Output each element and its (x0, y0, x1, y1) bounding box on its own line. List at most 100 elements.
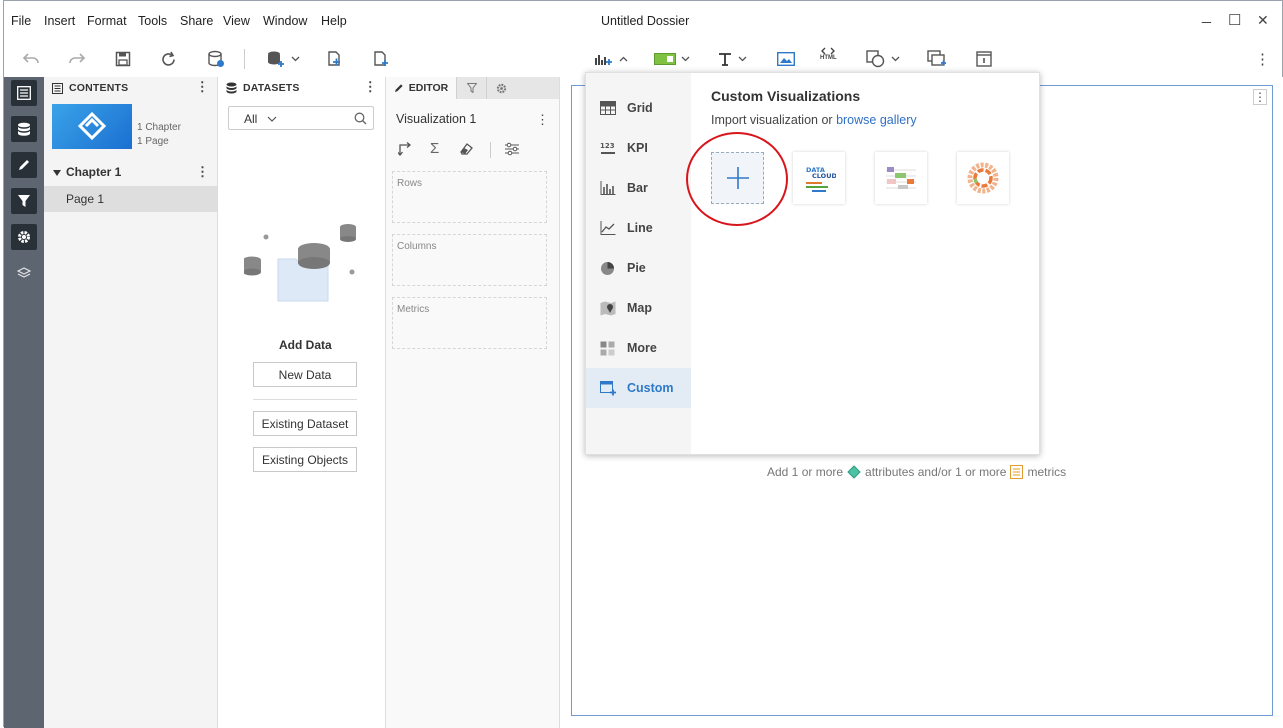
contents-rail-button[interactable] (11, 80, 37, 106)
new-page-icon[interactable] (372, 48, 390, 70)
save-icon[interactable] (115, 48, 131, 70)
viz-type-line[interactable]: Line (586, 208, 691, 248)
menu-insert[interactable]: Insert (44, 14, 75, 28)
contents-menu-icon[interactable]: ⋮ (196, 80, 209, 93)
maximize-button[interactable]: ☐ (1228, 11, 1241, 29)
chapter-thumbnail[interactable] (52, 104, 132, 149)
page-count: 1 Page (137, 136, 169, 147)
tab-editor[interactable]: EDITOR (386, 77, 456, 99)
filter-rail-button[interactable] (11, 188, 37, 214)
refresh-icon[interactable] (160, 48, 177, 70)
insert-shape-icon[interactable] (866, 48, 900, 70)
visualization-menu-icon[interactable]: ⋮ (536, 113, 549, 126)
map-icon (600, 301, 615, 315)
gear-icon (18, 231, 30, 243)
visualization-gallery-popup: Grid 123 KPI Bar Line Pie Map More Custo (585, 72, 1040, 455)
undo-icon[interactable] (22, 48, 40, 70)
custom-visualizations-title: Custom Visualizations (711, 88, 861, 104)
kpi-icon: 123 (600, 142, 615, 154)
metrics-drop-zone[interactable]: Metrics (392, 297, 547, 349)
settings-sliders-icon[interactable] (504, 142, 520, 156)
viz-type-custom[interactable]: Custom (586, 368, 691, 408)
menu-file[interactable]: File (11, 14, 31, 28)
hint-attributes: attributes and/or 1 or more (865, 465, 1007, 479)
info-window-icon[interactable] (976, 48, 992, 70)
bar-chart-icon (600, 181, 615, 195)
viz-type-grid[interactable]: Grid (586, 88, 691, 128)
menu-view[interactable]: View (223, 14, 250, 28)
minimize-button[interactable]: _ (1202, 7, 1211, 25)
sunburst-icon (967, 162, 999, 194)
viz-type-line-label: Line (627, 221, 653, 235)
dataset-filter-value: All (244, 112, 258, 126)
menu-help[interactable]: Help (321, 14, 347, 28)
redo-icon[interactable] (68, 48, 86, 70)
existing-objects-button[interactable]: Existing Objects (253, 447, 357, 472)
radial-viz-tile[interactable] (957, 152, 1009, 204)
format-rail-button[interactable] (11, 224, 37, 250)
datasets-menu-icon[interactable]: ⋮ (364, 80, 377, 93)
swap-axes-icon[interactable] (398, 142, 412, 156)
chapter-menu-icon[interactable]: ⋮ (196, 165, 209, 178)
chapter-row[interactable]: Chapter 1 ⋮ (44, 163, 217, 183)
insert-text-icon[interactable] (717, 48, 747, 70)
tab-editor-label: EDITOR (408, 82, 449, 94)
add-dataset-icon[interactable] (266, 48, 300, 70)
eraser-icon[interactable] (459, 142, 473, 156)
page-row[interactable]: Page 1 (44, 186, 217, 212)
new-data-button[interactable]: New Data (253, 362, 357, 387)
data-source-icon[interactable] (207, 48, 225, 70)
editor-rail-button[interactable] (11, 152, 37, 178)
datasets-panel: DATASETS ⋮ All Add Data New Data Existin… (218, 77, 386, 728)
window-title: Untitled Dossier (601, 14, 690, 28)
insert-visualization-icon[interactable] (594, 48, 628, 70)
existing-dataset-button[interactable]: Existing Dataset (253, 411, 357, 436)
word-cloud-icon: DATA CLOUD (806, 166, 836, 192)
close-button[interactable]: ✕ (1257, 12, 1269, 29)
viz-type-more[interactable]: More (586, 328, 691, 368)
browse-gallery-link[interactable]: browse gallery (836, 113, 917, 127)
more-options-icon[interactable]: ⋮ (1255, 48, 1270, 70)
tab-format[interactable] (486, 77, 516, 99)
data-cloud-text-2: CLOUD (812, 172, 836, 180)
gantt-viz-tile[interactable] (875, 152, 927, 204)
viz-type-more-label: More (627, 341, 657, 355)
columns-drop-zone[interactable]: Columns (392, 234, 547, 286)
data-cloud-viz-tile[interactable]: DATA CLOUD (793, 152, 845, 204)
toolbar-divider (244, 49, 245, 69)
duplicate-page-icon[interactable] (326, 48, 344, 70)
sum-icon[interactable]: Σ (430, 140, 439, 157)
insert-html-icon[interactable]: HTML (820, 47, 837, 69)
insert-image-icon[interactable] (777, 48, 795, 70)
empty-visualization-hint: Add 1 or more attributes and/or 1 or mor… (767, 465, 1066, 479)
page-name: Page 1 (66, 192, 105, 206)
attribute-icon (847, 465, 861, 479)
viz-type-bar[interactable]: Bar (586, 168, 691, 208)
gear-icon (496, 83, 507, 93)
menu-format[interactable]: Format (87, 14, 127, 28)
visualization-options-icon[interactable]: ⋮ (1253, 89, 1267, 105)
viz-type-kpi[interactable]: 123 KPI (586, 128, 691, 168)
datasets-rail-button[interactable] (11, 116, 37, 142)
menu-bar: File Insert Format Tools Share View Wind… (4, 1, 1282, 41)
left-rail (4, 77, 44, 728)
tab-filter[interactable] (456, 77, 486, 99)
gantt-chart-icon (886, 167, 916, 189)
add-data-illustration-icon (244, 224, 356, 302)
viz-type-bar-label: Bar (627, 181, 648, 195)
pencil-icon (19, 160, 29, 170)
viz-type-pie[interactable]: Pie (586, 248, 691, 288)
insert-filter-icon[interactable] (654, 48, 690, 70)
contents-icon (52, 82, 63, 94)
menu-window[interactable]: Window (263, 14, 307, 28)
layers-rail-button[interactable] (11, 260, 37, 286)
dataset-filter-select[interactable]: All (228, 106, 374, 130)
menu-tools[interactable]: Tools (138, 14, 167, 28)
menu-share[interactable]: Share (180, 14, 213, 28)
rows-drop-zone[interactable]: Rows (392, 171, 547, 223)
contents-header: CONTENTS ⋮ (44, 77, 217, 99)
insert-panel-stack-icon[interactable] (927, 48, 947, 70)
visualization-name[interactable]: Visualization 1 (396, 112, 476, 126)
more-viz-icon (600, 341, 615, 355)
viz-type-map[interactable]: Map (586, 288, 691, 328)
